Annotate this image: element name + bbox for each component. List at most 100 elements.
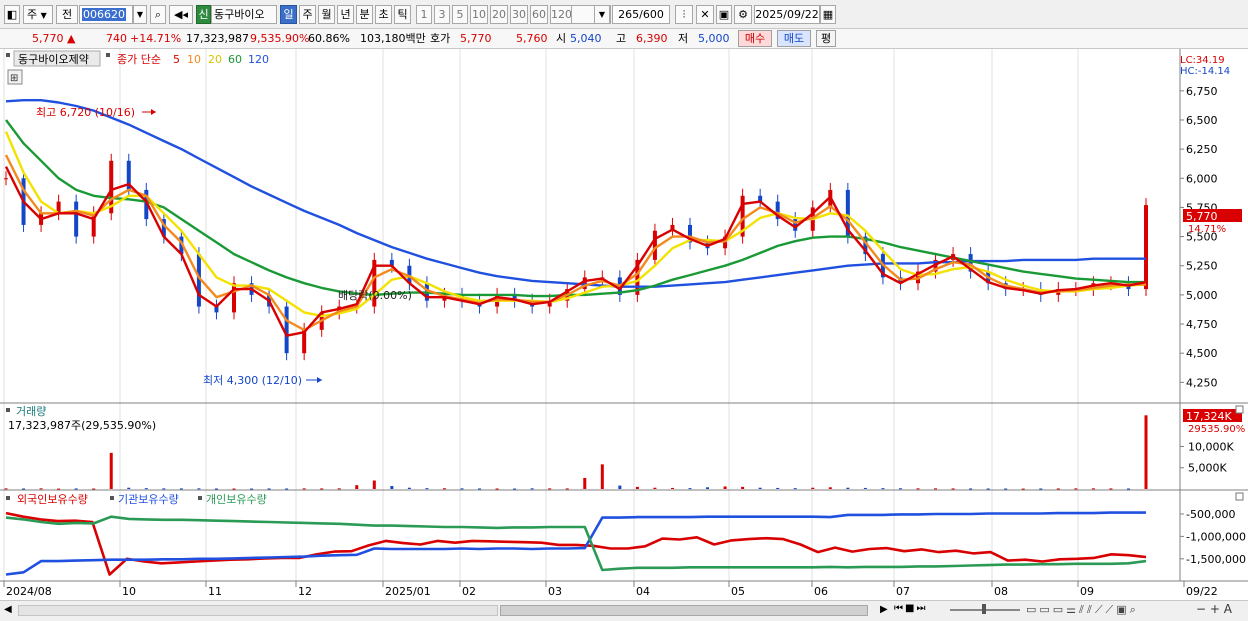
interval-button-60[interactable]: 60	[530, 5, 548, 24]
search-icon[interactable]: ⌕	[150, 5, 166, 24]
volume-bar	[846, 487, 850, 489]
candle-body	[4, 178, 8, 180]
toolbar: ◧ 주 ▼ 전 006620 ▼ ⌕ ◀◂ 신 동구바이오 일주월년분초틱 13…	[0, 0, 1248, 29]
volume-bar	[635, 486, 639, 489]
legend-foreign[interactable]: 외국인보유수량	[17, 493, 88, 506]
hc-label: HC:-14.14	[1180, 66, 1230, 77]
period-tab-4[interactable]: 분	[356, 5, 373, 24]
change-percent: +14.71%	[130, 32, 182, 45]
price-tick-label-0: 4,250	[1186, 376, 1218, 389]
interval-button-30[interactable]: 30	[510, 5, 528, 24]
bottom-scrollbar[interactable]: ◀ ▶ ⏮■⏭ ▭▭▭⚌⫽⫽⟋⟋▣⌕ − + A	[0, 600, 1248, 621]
volume-bar	[898, 488, 902, 490]
interval-button-120[interactable]: 120	[550, 5, 572, 24]
speaker-icon[interactable]: ◀◂	[169, 5, 193, 24]
quote-label: 호가	[430, 32, 451, 45]
x-tick-label-2: 11	[208, 585, 222, 598]
legend-ma-label[interactable]: 종가 단순	[117, 53, 161, 66]
period-tab-5[interactable]: 초	[375, 5, 392, 24]
market-label: 주	[27, 8, 38, 21]
drawing-tools[interactable]: ▭▭▭⚌⫽⫽⟋⟋▣⌕	[1026, 603, 1139, 617]
change-value: 740	[106, 32, 127, 45]
unit-dropdown-icon[interactable]: ▼	[594, 5, 610, 24]
save-icon[interactable]: ▣	[716, 5, 732, 24]
period-tab-3[interactable]: 년	[337, 5, 354, 24]
legend-bullet	[110, 496, 114, 500]
scroll-left-icon[interactable]: ◀	[4, 604, 12, 615]
high-annotation: 최고 6,720 (10/16)	[36, 106, 135, 119]
scroll-thumb[interactable]	[500, 605, 868, 616]
interval-button-20[interactable]: 20	[490, 5, 508, 24]
new-badge: 신	[196, 5, 211, 24]
volume-bar	[390, 486, 394, 489]
stock-name-field[interactable]: 동구바이오	[211, 5, 277, 24]
scroll-track[interactable]	[18, 605, 498, 616]
volume-bar	[1091, 488, 1095, 490]
volume-bar	[179, 488, 183, 490]
x-tick-label-8: 05	[731, 585, 745, 598]
volume-bar	[951, 488, 955, 490]
legend-bullet	[6, 53, 10, 57]
volume-bar	[162, 488, 166, 490]
scroll-right-icon[interactable]: ▶	[880, 604, 888, 615]
period-tab-0[interactable]: 일	[280, 5, 297, 24]
volume-bar	[1039, 488, 1043, 490]
interval-button-3[interactable]: 3	[434, 5, 450, 24]
volume-bar	[1126, 488, 1130, 490]
legend-stock-name[interactable]: 동구바이오제약	[18, 52, 89, 66]
gear-icon[interactable]: ⚙	[734, 5, 752, 24]
volume-bar	[513, 488, 517, 490]
open-label: 시	[556, 32, 567, 45]
low-price: 5,000	[698, 32, 730, 45]
volume-bar	[969, 488, 973, 490]
volume-bar	[495, 488, 499, 490]
window-icon[interactable]: ◧	[4, 5, 20, 24]
volume-value: 17,323,987	[186, 32, 249, 45]
volume-bar	[828, 487, 832, 489]
zoom-controls[interactable]: − + A	[1196, 602, 1232, 616]
volume-bar	[92, 488, 96, 490]
volume-bar	[793, 488, 797, 490]
sell-button[interactable]: 매도	[777, 30, 811, 47]
code-dropdown-icon[interactable]: ▼	[133, 5, 147, 24]
count-field[interactable]: 265/600	[612, 5, 670, 24]
volume-title[interactable]: 거래량	[16, 405, 46, 418]
period-tab-6[interactable]: 틱	[394, 5, 411, 24]
compare-select[interactable]: 전	[56, 5, 78, 24]
volume-bar	[723, 486, 727, 489]
legend-institution[interactable]: 기관보유수량	[118, 493, 179, 506]
x-tick-label-0: 2024/08	[6, 585, 52, 598]
open-price: 5,040	[570, 32, 602, 45]
period-tab-2[interactable]: 월	[318, 5, 335, 24]
chart-area[interactable]: 4,2504,5004,7505,0005,2505,5005,7506,000…	[0, 49, 1248, 600]
x-tick-label-3: 12	[298, 585, 312, 598]
candle-body	[232, 283, 236, 313]
volume-bar	[618, 485, 622, 489]
interval-button-10[interactable]: 10	[470, 5, 488, 24]
date-field[interactable]: 2025/09/22	[754, 5, 820, 24]
calendar-icon[interactable]: ▦	[820, 5, 836, 24]
x-tick-label-9: 06	[814, 585, 828, 598]
zoom-slider-handle[interactable]	[982, 604, 986, 614]
crosshair-icon[interactable]: ✕	[696, 5, 714, 24]
volume-bar	[688, 488, 692, 490]
market-select[interactable]: 주 ▼	[23, 5, 53, 24]
volume-bar	[425, 488, 429, 490]
legend-ma5: 5	[173, 53, 180, 66]
volume-bar	[302, 488, 306, 490]
candle-type-icon[interactable]: ⫶	[675, 5, 693, 24]
playback-controls[interactable]: ⏮■⏭	[894, 603, 927, 614]
holding-panel-close-icon[interactable]	[1235, 492, 1244, 501]
code-input[interactable]: 006620	[79, 5, 133, 24]
volume-bar	[1004, 488, 1008, 490]
legend-individual[interactable]: 개인보유수량	[206, 493, 267, 506]
interval-button-5[interactable]: 5	[452, 5, 468, 24]
buy-button[interactable]: 매수	[738, 30, 772, 47]
x-tick-label-10: 07	[896, 585, 910, 598]
average-button[interactable]: 평	[816, 30, 836, 47]
grid-toggle-glyph: ⊞	[10, 73, 18, 84]
volume-bar	[478, 488, 482, 490]
interval-button-1[interactable]: 1	[416, 5, 432, 24]
period-tab-1[interactable]: 주	[299, 5, 316, 24]
volume-panel-close-icon[interactable]	[1235, 405, 1244, 414]
